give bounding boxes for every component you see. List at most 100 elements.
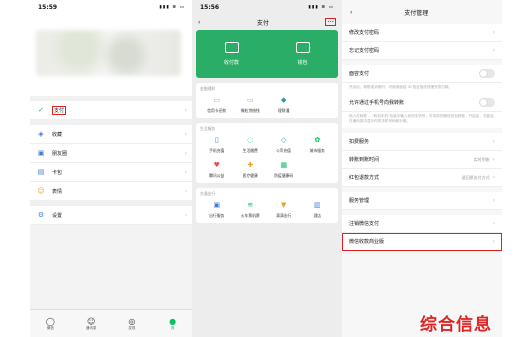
tab-discover[interactable]: ◎ 发现 [112, 310, 153, 337]
receive-pay-button[interactable]: 收付款 [196, 30, 267, 78]
blurred-profile-image [36, 30, 181, 76]
service-item[interactable]: ✚ 医疗健康 [234, 161, 268, 179]
settings-icon: ⚙ [37, 211, 45, 219]
setting-row[interactable]: 服务管理 › [342, 192, 502, 210]
tab-me[interactable]: ● 我 [152, 310, 193, 337]
service-label: Q币充值 [276, 148, 291, 153]
service-label: 信用卡还款 [207, 108, 227, 113]
tab-contacts[interactable]: ☺ 通讯录 [71, 310, 112, 337]
service-icon: ✿ [314, 136, 321, 144]
moments-icon: ▣ [37, 149, 45, 157]
receive-pay-label: 收付款 [223, 60, 239, 66]
chevron-right-icon: › [492, 238, 495, 245]
service-section: 生活服务 ▯ 手机充值 ◌ 生活缴费 ◇ Q币充值 ✿ 城市服务 ♥ 腾讯公益 ✚ 医疗健康 ▦ 防疫健康码 [196, 123, 338, 183]
setting-label: 服务管理 [349, 198, 370, 204]
toggle-switch[interactable] [479, 69, 495, 78]
service-item[interactable]: ▣ 出行服务 [200, 201, 234, 219]
contacts-icon: ☺ [86, 316, 96, 326]
service-item[interactable]: ♥ 腾讯公益 [200, 161, 234, 179]
chevron-right-icon: › [492, 220, 495, 227]
chevron-right-icon: › [184, 149, 187, 157]
setting-row[interactable]: 允许通过手机号向我转账 [342, 94, 502, 112]
setting-row[interactable]: 红包退款方式 退回原支付方式 › [342, 169, 502, 187]
service-item[interactable]: ◇ Q币充值 [267, 136, 301, 154]
service-item[interactable]: ▭ 信用卡还款 [200, 96, 234, 114]
menu-item-moments[interactable]: ▣ 朋友圈 › [30, 144, 193, 163]
setting-description: 开启后，转账或消费时，可使用面容 ID 验证指纹快速完成付款。 [342, 83, 502, 94]
status-icons: ▮▮▮ ≋ ▭ [308, 4, 334, 10]
chevron-right-icon: › [492, 29, 495, 36]
service-label: 生活缴费 [242, 148, 258, 153]
discover-icon: ◎ [128, 316, 136, 326]
menu-item-sticker[interactable]: ☺ 表情 › [30, 182, 193, 201]
menu-item-settings[interactable]: ⚙ 设置 › [30, 206, 193, 225]
service-item[interactable]: ▭ 微粒贷借钱 [234, 96, 268, 114]
tab-label: 发现 [128, 325, 136, 330]
service-item[interactable]: ▥ 酒店 [301, 201, 335, 219]
service-section: 交通出行 ▣ 出行服务 ≋ 火车票机票 ▼ 滴滴出行 ▥ 酒店 [196, 188, 338, 223]
setting-row[interactable]: 注销微信支付 › [342, 215, 502, 233]
setting-label: 忘记支付密码 [349, 48, 380, 54]
chevron-right-icon: › [184, 106, 187, 114]
chevron-right-icon: › [184, 211, 187, 219]
setting-row[interactable]: 修改支付密码 › [342, 24, 502, 42]
watermark-text: 综合信息 [420, 315, 492, 335]
section-title: 生活服务 [200, 126, 216, 131]
service-item[interactable]: ≋ 火车票机票 [234, 201, 268, 219]
service-item[interactable]: ◌ 生活缴费 [234, 136, 268, 154]
menu-item-label: 表情 [52, 188, 63, 195]
menu-item-pay[interactable]: ✓ 支付 › [30, 101, 193, 120]
setting-row[interactable]: 微信收款商业版 › [342, 233, 502, 251]
setting-row[interactable]: 扣费服务 › [342, 133, 502, 151]
service-item[interactable]: ▯ 手机充值 [200, 136, 234, 154]
menu-item-label: 设置 [52, 212, 63, 219]
wallet-button[interactable]: 钱包 [267, 30, 338, 78]
pay-green-card: 收付款 钱包 [196, 30, 338, 78]
service-icon: ✚ [247, 161, 254, 169]
wallet-label: 钱包 [297, 60, 308, 66]
menu-item-label: 朋友圈 [52, 150, 68, 157]
page-title: 支付管理 [404, 9, 429, 17]
tab-label: 通讯录 [85, 325, 97, 330]
service-icon: ▦ [280, 161, 288, 169]
more-options-button[interactable]: ··· [325, 18, 336, 26]
profile-card[interactable] [30, 14, 193, 96]
status-time: 15:59 [38, 3, 58, 11]
service-item[interactable]: ▦ 防疫健康码 [267, 161, 301, 179]
status-bar: 15:59 ▮▮▮ ≋ ▭ [30, 0, 193, 14]
menu-item-card-wallet[interactable]: ▤ 卡包 › [30, 163, 193, 182]
service-label: 医疗健康 [242, 173, 258, 178]
service-section: 金融理财 ▭ 信用卡还款 ▭ 微粒贷借钱 ◆ 理财通 [196, 83, 338, 118]
toggle-switch[interactable] [479, 98, 495, 107]
back-icon[interactable]: ‹ [198, 19, 200, 26]
service-label: 手机充值 [209, 148, 225, 153]
menu-item-label: 收藏 [52, 131, 63, 138]
service-item[interactable]: ✿ 城市服务 [301, 136, 335, 154]
service-icon: ◆ [281, 96, 287, 104]
setting-label: 扣费服务 [349, 139, 370, 145]
tab-label: 我 [170, 325, 175, 330]
service-item[interactable]: ▼ 滴滴出行 [267, 201, 301, 219]
setting-description: 他人在转账 -- "转到手机"功能中输入你的手机号，可向你的微信钱包转账。开启后… [342, 112, 502, 128]
section-title: 交通出行 [200, 191, 216, 196]
setting-label: 转账到账时间 [349, 157, 380, 163]
setting-row[interactable]: 面容支付 [342, 65, 502, 83]
setting-label: 注销微信支付 [349, 221, 380, 227]
chat-icon: ◯ [45, 316, 55, 326]
menu-item-label: 支付 [52, 105, 67, 115]
service-label: 出行服务 [209, 213, 225, 218]
status-icons: ▮▮▮ ≋ ▭ [159, 4, 185, 10]
setting-row[interactable]: 忘记支付密码 › [342, 42, 502, 60]
setting-row[interactable]: 转账到账时间 实时到账 › [342, 151, 502, 169]
service-icon: ▯ [214, 136, 219, 144]
status-time: 15:56 [200, 3, 220, 11]
menu-item-favorites[interactable]: ◈ 收藏 › [30, 125, 193, 144]
qr-scan-icon [224, 42, 239, 53]
favorites-icon: ◈ [38, 130, 44, 138]
service-icon: ◌ [247, 136, 254, 144]
service-label: 城市服务 [309, 148, 325, 153]
setting-value: 实时到账 [473, 156, 490, 162]
setting-label: 面容支付 [349, 71, 370, 77]
service-item[interactable]: ◆ 理财通 [267, 96, 301, 114]
tab-chat[interactable]: ◯ 微信 [30, 310, 71, 337]
